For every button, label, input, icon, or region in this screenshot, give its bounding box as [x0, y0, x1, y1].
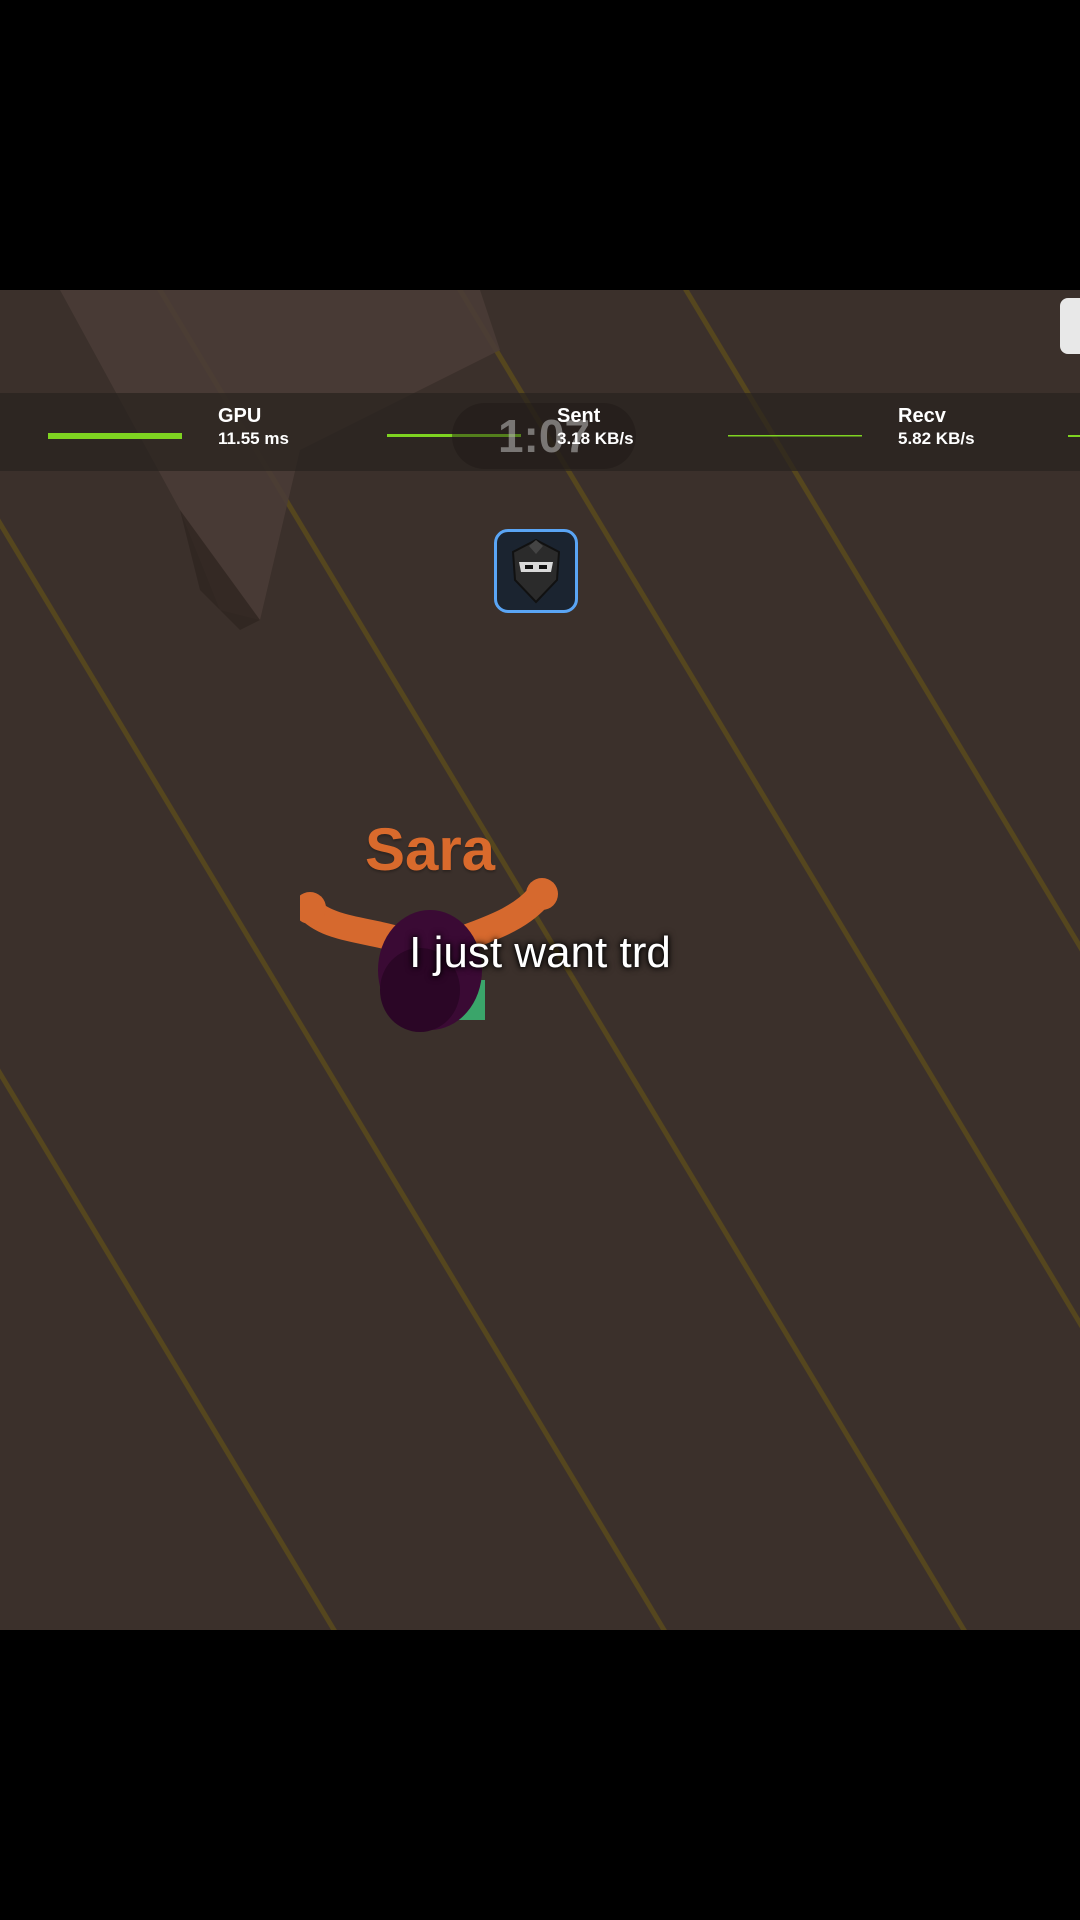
menu-button[interactable] [1060, 298, 1080, 354]
gpu-graph [48, 433, 182, 439]
gpu-label: GPU [218, 405, 262, 427]
ninja-badge-icon [511, 538, 561, 604]
recv-graph [728, 435, 862, 437]
recv-value: 5.82 KB/s [898, 429, 975, 448]
sent-value: 3.18 KB/s [557, 429, 634, 448]
sent-label: Sent [557, 405, 601, 427]
ninja-badge[interactable] [494, 529, 578, 613]
extra-graph [1068, 435, 1080, 437]
caption-text: I just want trd [409, 928, 671, 977]
gpu-value: 11.55 ms [218, 429, 289, 448]
recv-label: Recv [898, 405, 946, 427]
